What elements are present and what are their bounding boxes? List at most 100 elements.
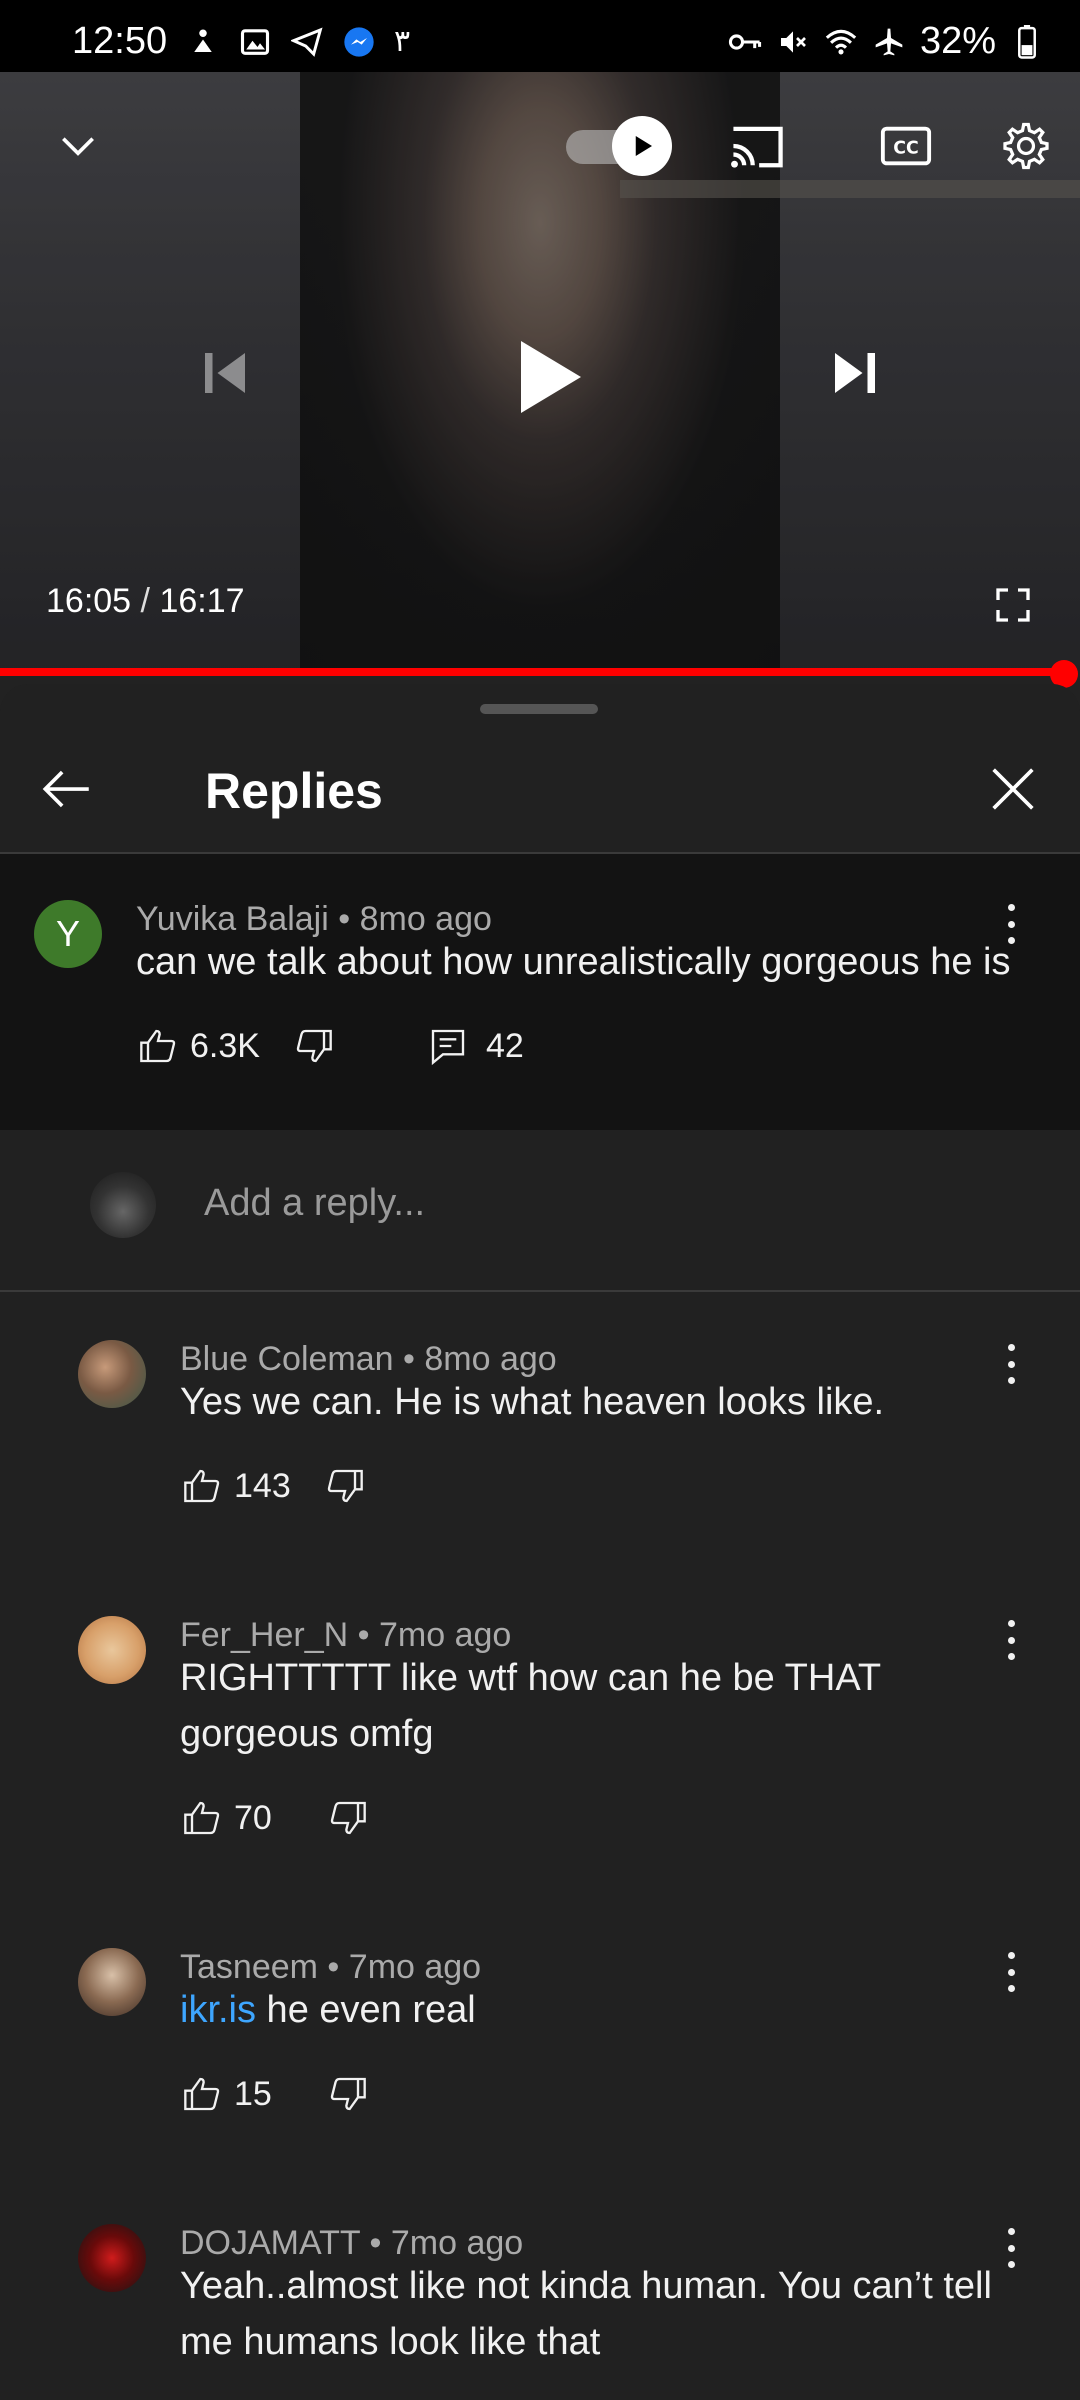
comment-actions: 143 [182,1466,365,1506]
battery-percent: 32% [919,20,996,62]
more-options-icon[interactable] [999,1952,1023,1992]
comment-author[interactable]: Tasneem [180,1948,318,1986]
more-options-icon[interactable] [999,904,1023,944]
messenger-icon [342,25,376,59]
thumb-up-icon [184,2077,220,2111]
dislike-button[interactable] [325,1466,365,1506]
list-item: Blue Coleman • 8mo ago Yes we can. He is… [0,1340,1080,1600]
comment-text-line: me humans look like that [180,2321,601,2363]
like-button[interactable]: 70 [182,1798,272,1838]
drag-handle[interactable] [480,704,598,714]
dot-separator: • [369,2224,382,2262]
progress-bar[interactable] [0,668,1070,676]
autoplay-toggle[interactable] [566,116,672,176]
like-button[interactable]: 15 [182,2074,272,2114]
comment-text-line: Yeah..almost like not kinda human. You c… [180,2265,992,2307]
list-item: DOJAMATT • 7mo ago Yeah..almost like not… [0,2224,1080,2400]
mute-icon [776,25,810,59]
sheet-header: Replies [0,724,1080,854]
thumb-down-icon [327,1469,363,1503]
like-count: 15 [234,2074,272,2113]
reply-count: 42 [485,1026,524,1065]
more-options-icon[interactable] [999,2228,1023,2268]
avatar[interactable] [78,2224,146,2292]
comment-text-line: RIGHTTTTT like wtf how can he be THAT [180,1657,882,1699]
avatar[interactable]: Y [34,900,102,968]
autoplay-play-icon [612,116,672,176]
like-button[interactable]: 6.3K [138,1026,260,1066]
parent-comment: Y Yuvika Balaji • 8mo ago can we talk ab… [0,854,1080,1130]
thumb-up-icon [184,1801,220,1835]
more-options-icon[interactable] [999,1344,1023,1384]
like-count: 143 [234,1466,291,1505]
cast-icon[interactable] [726,116,788,176]
arabic-digit: ٣ [394,25,411,58]
comment-icon [431,1029,465,1066]
avatar[interactable] [78,1616,146,1684]
time-readout: 16:05 / 16:17 [46,582,245,621]
battery-icon [1010,24,1044,59]
collapse-chevron-icon[interactable] [50,118,106,174]
more-options-icon[interactable] [999,1620,1023,1660]
dot-separator: • [327,1948,340,1986]
like-count: 70 [234,1798,272,1837]
list-item: Tasneem • 7mo ago ikr.is he even real 15 [0,1948,1080,2208]
comment-time: 7mo ago [348,1948,482,1986]
comment-author[interactable]: Yuvika Balaji [136,900,329,938]
like-count: 6.3K [190,1026,260,1065]
time-separator: / [140,582,150,620]
comment-author[interactable]: Blue Coleman [180,1340,394,1378]
airplane-icon [872,25,906,59]
like-button[interactable]: 143 [182,1466,291,1506]
dot-separator: • [403,1340,415,1378]
comment-author[interactable]: Fer_Her_N [180,1616,348,1654]
telegram-icon [290,25,324,59]
back-arrow-icon[interactable] [38,760,96,823]
sheet-title: Replies [205,763,383,819]
comment-link[interactable]: ikr.is [180,1989,256,2031]
captions-icon[interactable]: CC [876,116,936,176]
dislike-button[interactable] [328,1798,368,1838]
previous-icon[interactable] [188,336,262,410]
comment-text: Yes we can. He is what heaven looks like… [180,1381,885,1423]
comment-text: RIGHTTTTT like wtf how can he be THAT go… [180,1650,881,1762]
thumb-up-icon [140,1029,176,1063]
gallery-icon [238,25,272,59]
play-icon[interactable] [490,322,600,432]
comment-time: 8mo ago [359,900,492,938]
comment-text-rest: he even real [256,1989,476,2031]
comment-actions: 15 [182,2074,368,2114]
reply-count-button[interactable]: 42 [428,1026,524,1066]
thumb-up-icon [184,1469,220,1503]
status-bar: 12:50 ٣ 32% [0,0,1080,72]
duration: 16:17 [159,582,245,620]
comment-text: Yeah..almost like not kinda human. You c… [180,2258,992,2370]
dislike-button[interactable] [294,1026,334,1066]
accessibility-icon [186,25,220,59]
reply-input[interactable]: Add a reply... [204,1182,425,1225]
list-item: Fer_Her_N • 7mo ago RIGHTTTTT like wtf h… [0,1616,1080,1916]
vpn-key-icon [728,25,762,59]
comment-text-line: gorgeous omfg [180,1713,434,1755]
dot-separator: • [357,1616,370,1654]
reply-input-row[interactable]: Add a reply... [0,1130,1080,1292]
comment-author[interactable]: DOJAMATT [180,2224,360,2262]
replies-sheet: Replies Y Yuvika Balaji • 8mo ago can we… [0,684,1080,2400]
wifi-icon [824,25,858,59]
avatar[interactable] [78,1948,146,2016]
fullscreen-icon[interactable] [990,582,1036,628]
avatar [90,1172,156,1238]
thumb-down-icon [330,1801,366,1835]
clock: 12:50 [72,20,168,62]
dislike-button[interactable] [328,2074,368,2114]
close-icon[interactable] [984,760,1042,823]
comment-actions: 70 [182,1798,368,1838]
video-player[interactable]: CC 16:05 / 16:17 [0,72,1080,676]
dot-separator: • [338,900,351,938]
svg-text:CC: CC [893,139,918,159]
avatar[interactable] [78,1340,146,1408]
settings-gear-icon[interactable] [994,114,1058,178]
thumb-down-icon [330,2077,366,2111]
comment-text: can we talk about how unrealistically go… [136,941,1011,983]
next-icon[interactable] [818,336,892,410]
